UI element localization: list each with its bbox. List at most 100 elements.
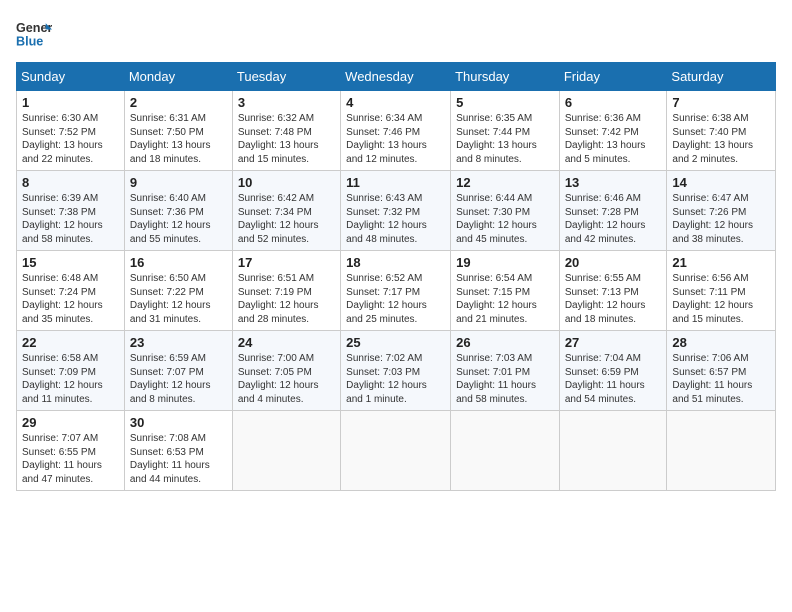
day-number: 11 (346, 175, 445, 190)
calendar-week-3: 15 Sunrise: 6:48 AMSunset: 7:24 PMDayligh… (17, 251, 776, 331)
calendar-cell: 25Sunrise: 7:02 AMSunset: 7:03 PMDayligh… (341, 331, 451, 411)
calendar-week-1: 1Sunrise: 6:30 AMSunset: 7:52 PMDaylight… (17, 91, 776, 171)
day-info: Sunrise: 6:50 AMSunset: 7:22 PMDaylight:… (130, 272, 227, 326)
day-info: Sunrise: 7:07 AMSunset: 6:55 PMDaylight:… (22, 432, 119, 486)
calendar-cell: 22 Sunrise: 6:58 AMSunset: 7:09 PMDayligh… (17, 331, 125, 411)
calendar-cell: 16 Sunrise: 6:50 AMSunset: 7:22 PMDayligh… (124, 251, 232, 331)
weekday-header-wednesday: Wednesday (341, 63, 451, 91)
calendar-cell: 26 Sunrise: 7:03 AMSunset: 7:01 PMDayligh… (451, 331, 560, 411)
day-number: 14 (672, 175, 770, 190)
weekday-header-thursday: Thursday (451, 63, 560, 91)
day-info: Sunrise: 7:04 AMSunset: 6:59 PMDaylight:… (565, 352, 662, 406)
day-info: Sunrise: 6:51 AMSunset: 7:19 PMDaylight:… (238, 272, 335, 326)
calendar-cell: 1Sunrise: 6:30 AMSunset: 7:52 PMDaylight… (17, 91, 125, 171)
day-info: Sunrise: 6:32 AMSunset: 7:48 PMDaylight:… (238, 112, 335, 166)
day-number: 3 (238, 95, 335, 110)
calendar-cell: 30 Sunrise: 7:08 AMSunset: 6:53 PMDayligh… (124, 411, 232, 491)
calendar-cell: 7 Sunrise: 6:38 AMSunset: 7:40 PMDaylight… (667, 91, 776, 171)
weekday-header-saturday: Saturday (667, 63, 776, 91)
day-info: Sunrise: 6:47 AMSunset: 7:26 PMDaylight:… (672, 192, 770, 246)
day-info: Sunrise: 7:06 AMSunset: 6:57 PMDaylight:… (672, 352, 770, 406)
day-number: 7 (672, 95, 770, 110)
day-info: Sunrise: 6:52 AMSunset: 7:17 PMDaylight:… (346, 272, 445, 326)
calendar-cell: 20 Sunrise: 6:55 AMSunset: 7:13 PMDayligh… (559, 251, 667, 331)
day-number: 27 (565, 335, 662, 350)
day-number: 22 (22, 335, 119, 350)
day-number: 15 (22, 255, 119, 270)
day-info: Sunrise: 6:35 AMSunset: 7:44 PMDaylight:… (456, 112, 554, 166)
calendar-cell: 14 Sunrise: 6:47 AMSunset: 7:26 PMDayligh… (667, 171, 776, 251)
day-info: Sunrise: 6:31 AMSunset: 7:50 PMDaylight:… (130, 112, 227, 166)
calendar-cell: 2Sunrise: 6:31 AMSunset: 7:50 PMDaylight… (124, 91, 232, 171)
day-number: 19 (456, 255, 554, 270)
day-number: 13 (565, 175, 662, 190)
calendar-cell (451, 411, 560, 491)
day-number: 10 (238, 175, 335, 190)
weekday-header-friday: Friday (559, 63, 667, 91)
calendar-cell: 6 Sunrise: 6:36 AMSunset: 7:42 PMDaylight… (559, 91, 667, 171)
calendar-cell: 17 Sunrise: 6:51 AMSunset: 7:19 PMDayligh… (232, 251, 340, 331)
day-number: 24 (238, 335, 335, 350)
calendar-cell: 28 Sunrise: 7:06 AMSunset: 6:57 PMDayligh… (667, 331, 776, 411)
day-info: Sunrise: 6:36 AMSunset: 7:42 PMDaylight:… (565, 112, 662, 166)
calendar-cell (341, 411, 451, 491)
day-number: 21 (672, 255, 770, 270)
calendar-cell (232, 411, 340, 491)
calendar-cell: 9 Sunrise: 6:40 AMSunset: 7:36 PMDaylight… (124, 171, 232, 251)
day-info: Sunrise: 6:30 AMSunset: 7:52 PMDaylight:… (22, 112, 119, 166)
day-number: 26 (456, 335, 554, 350)
calendar-cell: 3 Sunrise: 6:32 AMSunset: 7:48 PMDaylight… (232, 91, 340, 171)
day-info: Sunrise: 6:48 AMSunset: 7:24 PMDaylight:… (22, 272, 119, 326)
day-number: 18 (346, 255, 445, 270)
calendar-cell: 27 Sunrise: 7:04 AMSunset: 6:59 PMDayligh… (559, 331, 667, 411)
calendar-cell: 24 Sunrise: 7:00 AMSunset: 7:05 PMDayligh… (232, 331, 340, 411)
day-number: 8 (22, 175, 119, 190)
day-info: Sunrise: 6:44 AMSunset: 7:30 PMDaylight:… (456, 192, 554, 246)
calendar-cell: 12 Sunrise: 6:44 AMSunset: 7:30 PMDayligh… (451, 171, 560, 251)
day-info: Sunrise: 6:43 AMSunset: 7:32 PMDaylight:… (346, 192, 445, 246)
day-number: 5 (456, 95, 554, 110)
calendar-week-4: 22 Sunrise: 6:58 AMSunset: 7:09 PMDayligh… (17, 331, 776, 411)
day-number: 29 (22, 415, 119, 430)
day-info: Sunrise: 7:00 AMSunset: 7:05 PMDaylight:… (238, 352, 335, 406)
weekday-header-sunday: Sunday (17, 63, 125, 91)
day-number: 6 (565, 95, 662, 110)
day-info: Sunrise: 6:40 AMSunset: 7:36 PMDaylight:… (130, 192, 227, 246)
svg-text:Blue: Blue (16, 35, 43, 49)
calendar-cell (559, 411, 667, 491)
weekday-header-tuesday: Tuesday (232, 63, 340, 91)
calendar-week-5: 29 Sunrise: 7:07 AMSunset: 6:55 PMDayligh… (17, 411, 776, 491)
calendar-cell: 8 Sunrise: 6:39 AMSunset: 7:38 PMDaylight… (17, 171, 125, 251)
day-number: 12 (456, 175, 554, 190)
logo-icon: General Blue (16, 16, 52, 52)
calendar-cell (667, 411, 776, 491)
day-info: Sunrise: 6:55 AMSunset: 7:13 PMDaylight:… (565, 272, 662, 326)
day-number: 17 (238, 255, 335, 270)
day-info: Sunrise: 7:03 AMSunset: 7:01 PMDaylight:… (456, 352, 554, 406)
calendar-cell: 21 Sunrise: 6:56 AMSunset: 7:11 PMDayligh… (667, 251, 776, 331)
day-info: Sunrise: 6:39 AMSunset: 7:38 PMDaylight:… (22, 192, 119, 246)
day-number: 16 (130, 255, 227, 270)
day-info: Sunrise: 6:42 AMSunset: 7:34 PMDaylight:… (238, 192, 335, 246)
day-number: 23 (130, 335, 227, 350)
calendar-week-2: 8 Sunrise: 6:39 AMSunset: 7:38 PMDaylight… (17, 171, 776, 251)
calendar-table: SundayMondayTuesdayWednesdayThursdayFrid… (16, 62, 776, 491)
calendar-cell: 23Sunrise: 6:59 AMSunset: 7:07 PMDayligh… (124, 331, 232, 411)
day-info: Sunrise: 7:08 AMSunset: 6:53 PMDaylight:… (130, 432, 227, 486)
day-number: 28 (672, 335, 770, 350)
calendar-cell: 19 Sunrise: 6:54 AMSunset: 7:15 PMDayligh… (451, 251, 560, 331)
calendar-cell: 13Sunrise: 6:46 AMSunset: 7:28 PMDayligh… (559, 171, 667, 251)
day-number: 9 (130, 175, 227, 190)
day-number: 30 (130, 415, 227, 430)
day-info: Sunrise: 6:56 AMSunset: 7:11 PMDaylight:… (672, 272, 770, 326)
calendar-cell: 5 Sunrise: 6:35 AMSunset: 7:44 PMDaylight… (451, 91, 560, 171)
day-info: Sunrise: 6:38 AMSunset: 7:40 PMDaylight:… (672, 112, 770, 166)
calendar-cell: 10 Sunrise: 6:42 AMSunset: 7:34 PMDayligh… (232, 171, 340, 251)
weekday-header-monday: Monday (124, 63, 232, 91)
day-number: 20 (565, 255, 662, 270)
day-number: 4 (346, 95, 445, 110)
day-info: Sunrise: 6:58 AMSunset: 7:09 PMDaylight:… (22, 352, 119, 406)
day-info: Sunrise: 6:54 AMSunset: 7:15 PMDaylight:… (456, 272, 554, 326)
calendar-cell: 11 Sunrise: 6:43 AMSunset: 7:32 PMDayligh… (341, 171, 451, 251)
calendar-cell: 29 Sunrise: 7:07 AMSunset: 6:55 PMDayligh… (17, 411, 125, 491)
